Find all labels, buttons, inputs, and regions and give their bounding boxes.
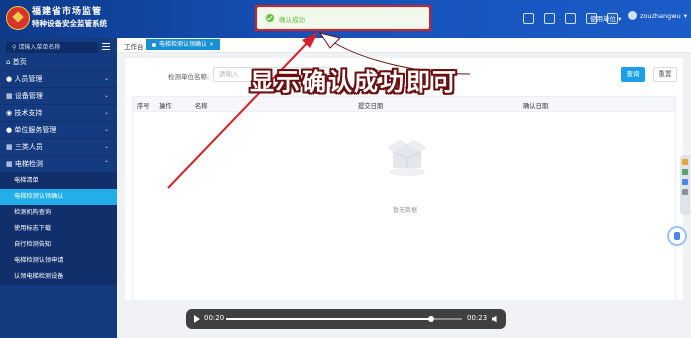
sidebar-item-personnel[interactable]: ● 人员管理 ⌄	[0, 71, 117, 88]
chevron-down-icon: ⌄	[103, 75, 109, 82]
user-menu[interactable]: zouzhangwu ▾	[628, 11, 687, 20]
table-body: 暂无数据	[132, 112, 676, 300]
tab-bar: 工作台 电梯检测认领确认 ×	[118, 38, 691, 53]
bell-icon[interactable]	[565, 13, 576, 24]
shield-icon[interactable]	[544, 13, 555, 24]
video-player-bar: 00:20 00:23	[186, 309, 506, 329]
sidebar-subitem-agency-query[interactable]: 检测机构查询	[0, 205, 117, 221]
sidebar-item-home[interactable]: ⌂ 首页	[0, 54, 117, 71]
widget-icon[interactable]	[682, 179, 688, 185]
sidebar-item-label: 技术支持	[14, 109, 43, 117]
system-title: 福建省市场监管 特种设备安全监管系统	[32, 7, 107, 29]
sidebar-subitem-claim-devices[interactable]: 认领电梯检测设备	[0, 269, 117, 285]
highlight-box	[255, 5, 431, 31]
chevron-down-icon: ⌄	[103, 126, 109, 133]
tab-claim-confirm[interactable]: 电梯检测认领确认 ×	[146, 39, 220, 50]
sidebar-item-label: 单位服务管理	[14, 126, 57, 134]
empty-text: 暂无数据	[392, 207, 417, 214]
sidebar-item-elevator-inspection[interactable]: ▦ 电梯检测 ⌃	[0, 156, 117, 173]
volume-icon[interactable]	[492, 315, 499, 323]
search-button[interactable]: 查询	[621, 67, 645, 82]
active-dot-icon	[152, 42, 156, 47]
play-icon[interactable]	[194, 315, 200, 323]
sidebar-item-label: 电梯检测	[14, 160, 43, 168]
headset-icon[interactable]	[523, 13, 534, 24]
seek-fill	[226, 318, 432, 320]
menu-search-input[interactable]: ⚲ 请输入菜单名称	[6, 42, 98, 53]
avatar	[628, 11, 637, 20]
seek-bar[interactable]	[226, 316, 462, 322]
sidebar-subitem-claim-apply[interactable]: 电梯检测认领申请	[0, 253, 117, 269]
close-icon[interactable]: ×	[209, 41, 214, 48]
table-header: 序号 操作 名称 提交日期 确认日期	[132, 96, 676, 112]
empty-box-icon	[387, 140, 427, 176]
system-title-line1: 福建省市场监管	[32, 7, 103, 17]
chevron-down-icon: ⌄	[103, 143, 109, 150]
tab-workbench[interactable]: 工作台	[124, 41, 144, 51]
sidebar: ⚲ 请输入菜单名称 ⌂ 首页 ● 人员管理 ⌄ ▦ 设备管理 ⌄ ◉ 技术支持 ⌄ ●…	[0, 38, 117, 338]
system-title-line2: 特种设备安全监管系统	[32, 19, 107, 28]
widget-icon[interactable]	[682, 159, 688, 165]
col-confirm-date: 确认日期	[523, 103, 549, 110]
assistant-robot-icon[interactable]	[667, 226, 687, 246]
seek-handle[interactable]	[428, 316, 435, 322]
chevron-up-icon: ⌃	[103, 160, 109, 167]
sidebar-item-label: 人员管理	[14, 75, 43, 83]
col-name: 名称	[195, 103, 208, 110]
widget-icon[interactable]	[682, 189, 688, 195]
sidebar-item-label: 三类人员	[14, 143, 43, 151]
reset-button[interactable]: 重置	[653, 67, 677, 82]
sidebar-subitem-elevator-list[interactable]: 电梯清单	[0, 173, 117, 189]
duration: 00:23	[467, 314, 488, 322]
sidebar-menu: ⌂ 首页 ● 人员管理 ⌄ ▦ 设备管理 ⌄ ◉ 技术支持 ⌄ ● 单位服务管理 ⌄ ▦…	[0, 54, 117, 285]
sidebar-item-tech-support[interactable]: ◉ 技术支持 ⌄	[0, 105, 117, 122]
unit-type-label: 使用单位	[590, 15, 616, 23]
current-time: 00:20	[204, 314, 225, 322]
user-name: zouzhangwu	[640, 11, 681, 20]
side-widget[interactable]	[680, 155, 690, 215]
sidebar-item-unit-service[interactable]: ● 单位服务管理 ⌄	[0, 122, 117, 139]
chevron-down-icon: ⌄	[103, 92, 109, 99]
sidebar-subitem-claim-confirm[interactable]: 电梯检测认领确认	[0, 189, 117, 205]
sidebar-item-three-types[interactable]: ▦ 三类人员 ⌄	[0, 139, 117, 156]
sidebar-item-label: 设备管理	[14, 92, 43, 100]
col-submit-date: 提交日期	[358, 103, 384, 110]
sidebar-item-equipment[interactable]: ▦ 设备管理 ⌄	[0, 88, 117, 105]
chevron-down-icon: ⌄	[103, 109, 109, 116]
query-label: 检测单位名称:	[168, 73, 210, 81]
tab-label: 电梯检测认领确认	[159, 41, 208, 48]
emblem-logo	[6, 6, 30, 30]
menu-toggle-icon[interactable]	[102, 43, 110, 50]
menu-search-placeholder: 请输入菜单名称	[18, 44, 61, 51]
sidebar-item-label: 首页	[12, 58, 27, 66]
col-index: 序号	[137, 103, 150, 110]
col-action: 操作	[159, 103, 172, 110]
unit-type-dropdown[interactable]: 使用单位 ▾	[590, 13, 621, 23]
sidebar-subitem-sign-download[interactable]: 使用标志下载	[0, 221, 117, 237]
sidebar-subitem-self-inspection[interactable]: 自行检测告知	[0, 237, 117, 253]
annotation-text: 显示确认成功即可	[250, 68, 458, 96]
widget-icon[interactable]	[682, 169, 688, 175]
